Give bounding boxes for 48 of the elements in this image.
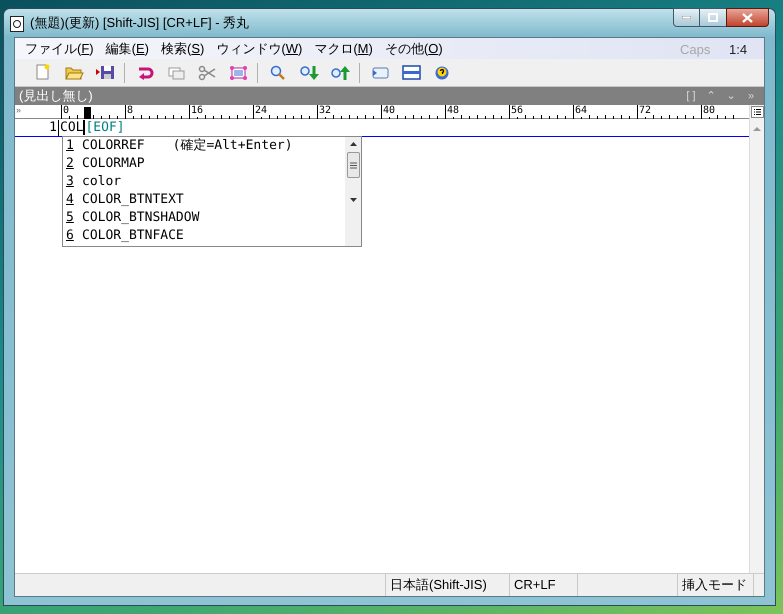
caps-indicator: Caps [680, 41, 710, 59]
cursor-position: 1:4 [729, 41, 748, 59]
menu-item[interactable]: ファイル(F) [19, 39, 100, 58]
status-panel: CR+LF [510, 574, 578, 596]
completion-item[interactable]: 5 COLOR_BTNSHADOW [63, 209, 345, 227]
split-window-icon [400, 62, 420, 82]
completion-item[interactable]: 2 COLORMAP [63, 155, 345, 173]
ruler-number: 56 [511, 105, 524, 117]
menu-item[interactable]: マクロ(M) [308, 39, 379, 58]
menu-item[interactable]: 検索(S) [155, 39, 210, 58]
ruler-number: 48 [447, 105, 460, 117]
ruler-number: 40 [383, 105, 396, 117]
ruler-number: 72 [639, 105, 652, 117]
close-icon [742, 12, 753, 22]
ruler-number: 16 [191, 105, 204, 117]
ruler-margin-mark: » [15, 105, 22, 117]
maximize-icon [708, 13, 718, 22]
status-panel: 挿入モード [678, 574, 754, 596]
heading-label: (見出し無し) [19, 88, 93, 104]
eof-marker: [EOF] [85, 120, 125, 136]
app-icon [10, 16, 24, 32]
minimize-button[interactable] [673, 8, 700, 27]
ruler-number: 24 [255, 105, 268, 117]
menu-item[interactable]: ウィンドウ(W) [210, 39, 308, 58]
ruler-number: 80 [703, 105, 716, 117]
vertical-scrollbar[interactable] [749, 105, 764, 573]
status-panel: 日本語(Shift-JIS) [386, 574, 510, 596]
completion-item[interactable]: 3 color [63, 173, 345, 191]
scroll-down-icon[interactable] [350, 198, 356, 202]
maximize-button[interactable] [700, 8, 726, 27]
completion-item[interactable]: 4 COLOR_BTNTEXT [63, 191, 345, 209]
ruler-cursor-marker [84, 107, 91, 119]
code-text: COL [59, 120, 84, 136]
minimize-icon [682, 16, 691, 19]
ruler-number: 64 [575, 105, 588, 117]
line-number: 1 [15, 120, 59, 136]
popup-scrollbar[interactable] [345, 137, 361, 246]
menu-item[interactable]: その他(O) [378, 39, 449, 58]
window-title: (無題)(更新) [Shift-JIS] [CR+LF] - 秀丸 [30, 14, 250, 32]
scroll-up-icon[interactable] [350, 142, 356, 146]
completion-item[interactable]: 1 COLORREF (確定=Alt+Enter) [63, 137, 345, 155]
close-button[interactable] [726, 8, 769, 27]
menu-item[interactable]: 編集(E) [100, 39, 155, 58]
ruler-number: 32 [319, 105, 332, 117]
ruler-toggle-icon[interactable] [750, 106, 764, 118]
scrollbar-thumb[interactable] [346, 152, 360, 178]
completion-item[interactable]: 6 COLOR_BTNFACE [63, 227, 345, 245]
text-cursor [83, 120, 86, 135]
